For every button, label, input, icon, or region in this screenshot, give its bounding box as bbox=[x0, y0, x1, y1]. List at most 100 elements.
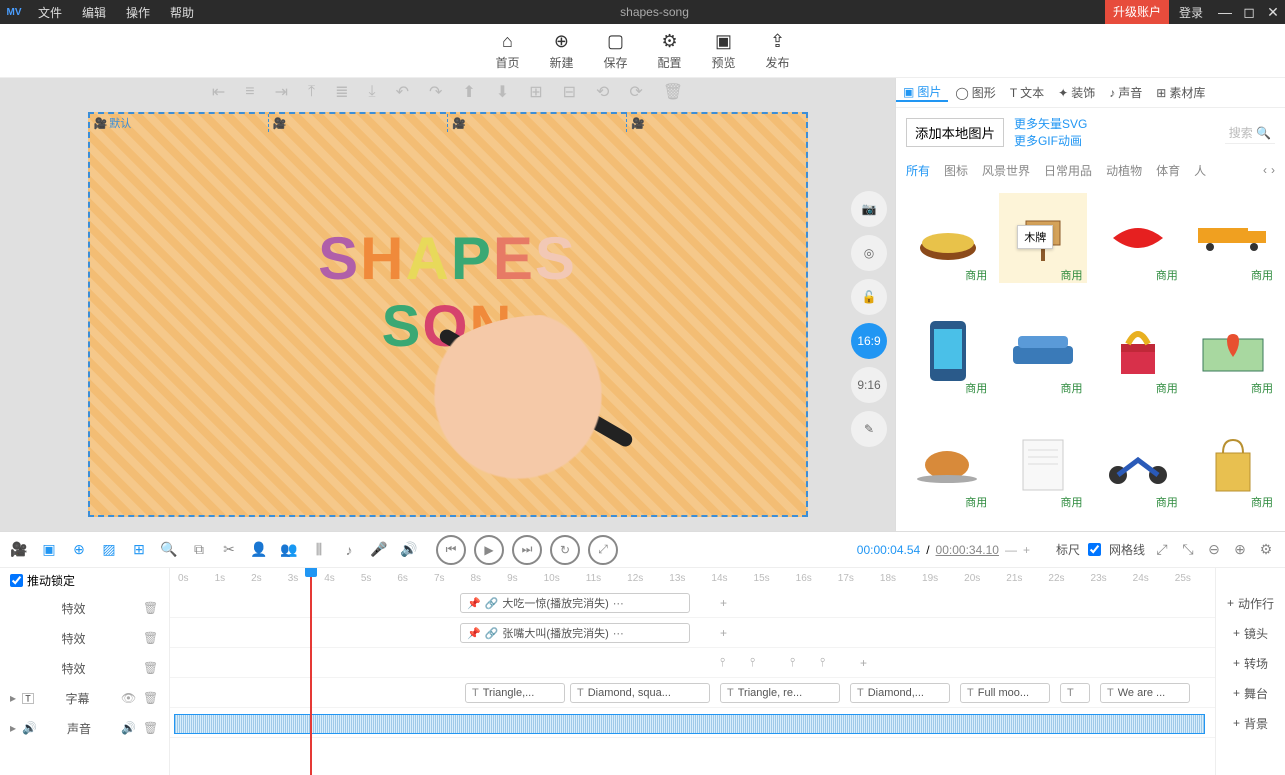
add-transition-row[interactable]: +转场 bbox=[1216, 648, 1285, 678]
cat-all[interactable]: 所有 bbox=[906, 162, 930, 179]
close-button[interactable]: ✕ bbox=[1261, 4, 1285, 21]
fullscreen-button[interactable]: ⤢ bbox=[588, 535, 618, 565]
cat-prev-icon[interactable]: ‹ bbox=[1263, 163, 1267, 177]
cat-icon[interactable]: 图标 bbox=[944, 162, 968, 179]
trash-icon[interactable]: 🗑 bbox=[143, 661, 159, 675]
align-middle-icon[interactable]: ≣ bbox=[335, 82, 348, 102]
subtitle-clip[interactable]: TTriangle, re... bbox=[720, 683, 840, 703]
add-stage-row[interactable]: +舞台 bbox=[1216, 678, 1285, 708]
marker-icon[interactable]: ⫯ bbox=[720, 655, 725, 670]
upgrade-button[interactable]: 升级账户 bbox=[1105, 0, 1169, 24]
canvas[interactable]: 🎥默认 🎥 🎥 🎥 SHAPES SON bbox=[88, 112, 808, 517]
timeline-ruler[interactable]: 0s1s2s3s4s5s6s7s8s9s10s11s12s13s14s15s16… bbox=[170, 568, 1215, 588]
audio-clip[interactable] bbox=[174, 714, 1205, 734]
subtitle-clip[interactable]: TTriangle,... bbox=[465, 683, 565, 703]
scene-cell[interactable]: 🎥默认 bbox=[90, 114, 269, 132]
add-bg-row[interactable]: +背景 bbox=[1216, 708, 1285, 738]
grid-tool-icon[interactable]: ⊞ bbox=[130, 541, 148, 558]
frame-tool-icon[interactable]: ▣ bbox=[40, 541, 58, 558]
asset-motorcycle[interactable]: 商用 bbox=[1095, 420, 1182, 510]
dur-plus[interactable]: + bbox=[1023, 543, 1030, 557]
asset-noodles[interactable]: 商用 bbox=[904, 193, 991, 283]
maximize-button[interactable]: ◻ bbox=[1237, 4, 1261, 21]
subtitle-clip[interactable]: TWe are ... bbox=[1100, 683, 1190, 703]
menu-edit[interactable]: 编辑 bbox=[72, 4, 116, 21]
camera-tool-icon[interactable]: 🎥 bbox=[10, 541, 28, 558]
chevron-down-icon[interactable]: ▸ bbox=[10, 721, 16, 735]
zoom-out-icon[interactable]: ⊖ bbox=[1205, 541, 1223, 558]
link-svg[interactable]: 更多矢量SVG bbox=[1014, 116, 1087, 133]
play-button[interactable]: ▶ bbox=[474, 535, 504, 565]
trash-icon[interactable]: 🗑 bbox=[143, 631, 159, 645]
fx-clip[interactable]: 📌🔗大吃一惊(播放完消失)⋯ bbox=[460, 593, 690, 613]
mic-icon[interactable]: 🎤 bbox=[370, 541, 388, 558]
search-input[interactable]: 搜索 🔍 bbox=[1225, 122, 1275, 144]
more-icon[interactable]: ⋯ bbox=[613, 627, 624, 640]
cat-sport[interactable]: 体育 bbox=[1156, 162, 1180, 179]
collapse-icon[interactable]: ⤡ bbox=[1179, 541, 1197, 558]
asset-phone[interactable]: 商用 bbox=[904, 306, 991, 396]
volume-icon[interactable]: 🔊 bbox=[121, 721, 137, 735]
tab-decor[interactable]: ✦装饰 bbox=[1051, 84, 1102, 101]
minimize-button[interactable]: — bbox=[1213, 4, 1237, 20]
marker-icon[interactable]: ⫯ bbox=[750, 655, 755, 670]
audio-icon[interactable]: ♪ bbox=[340, 542, 358, 558]
align-center-icon[interactable]: ≡ bbox=[245, 83, 254, 101]
cat-daily[interactable]: 日常用品 bbox=[1044, 162, 1092, 179]
chevron-down-icon[interactable]: ▸ bbox=[10, 691, 16, 705]
menu-operate[interactable]: 操作 bbox=[116, 4, 160, 21]
tb-home[interactable]: ⌂首页 bbox=[495, 31, 519, 71]
scene-cell[interactable]: 🎥 bbox=[448, 114, 627, 132]
align-top-icon[interactable]: ⤒ bbox=[308, 83, 315, 101]
people-icon[interactable]: 👥 bbox=[280, 541, 298, 558]
group-icon[interactable]: ⊞ bbox=[529, 82, 542, 102]
redo-icon[interactable]: ↷ bbox=[429, 82, 442, 102]
tb-publish[interactable]: ⇪发布 bbox=[766, 31, 790, 71]
aspect-16-9[interactable]: 16:9 bbox=[851, 323, 887, 359]
cat-scenery[interactable]: 风景世界 bbox=[982, 162, 1030, 179]
layer-up-icon[interactable]: ⬆ bbox=[462, 82, 475, 102]
subtitle-clip[interactable]: TFull moo... bbox=[960, 683, 1050, 703]
rotate-cw-icon[interactable]: ⟳ bbox=[629, 82, 642, 102]
tb-save[interactable]: ▢保存 bbox=[603, 31, 627, 71]
menu-help[interactable]: 帮助 bbox=[160, 4, 204, 21]
zoom-in-icon[interactable]: ⊕ bbox=[1231, 541, 1249, 558]
cat-people[interactable]: 人 bbox=[1194, 162, 1206, 179]
settings-icon[interactable]: ⚙ bbox=[1257, 541, 1275, 558]
add-clip-icon[interactable]: + bbox=[860, 656, 867, 670]
playhead[interactable] bbox=[310, 568, 312, 775]
asset-bag[interactable]: 商用 bbox=[1190, 420, 1277, 510]
scene-cell[interactable]: 🎥 bbox=[627, 114, 805, 132]
add-clip-icon[interactable]: + bbox=[720, 626, 727, 640]
asset-turkey[interactable]: 商用 bbox=[904, 420, 991, 510]
fill-tool-icon[interactable]: ▨ bbox=[100, 541, 118, 558]
cat-animal[interactable]: 动植物 bbox=[1106, 162, 1142, 179]
undo-icon[interactable]: ↶ bbox=[396, 82, 409, 102]
ungroup-icon[interactable]: ⊟ bbox=[563, 82, 576, 102]
aspect-9-16[interactable]: 9:16 bbox=[851, 367, 887, 403]
asset-paper[interactable]: 商用 bbox=[999, 420, 1086, 510]
target-btn[interactable]: ◎ bbox=[851, 235, 887, 271]
tb-new[interactable]: ⊕新建 bbox=[549, 31, 573, 71]
eye-icon[interactable]: 👁 bbox=[121, 691, 137, 705]
add-action-row[interactable]: +动作行 bbox=[1216, 588, 1285, 618]
camera-btn[interactable]: 📷 bbox=[851, 191, 887, 227]
fx-clip[interactable]: 📌🔗张嘴大叫(播放完消失)⋯ bbox=[460, 623, 690, 643]
tab-shape[interactable]: ◯图形 bbox=[948, 84, 1002, 101]
tab-library[interactable]: ⊞素材库 bbox=[1149, 84, 1212, 101]
tab-text[interactable]: T文本 bbox=[1003, 84, 1051, 101]
tab-sound[interactable]: ♪声音 bbox=[1102, 84, 1149, 101]
search-tool-icon[interactable]: 🔍 bbox=[160, 541, 178, 558]
scene-cell[interactable]: 🎥 bbox=[269, 114, 448, 132]
cut-tool-icon[interactable]: ✂ bbox=[220, 541, 238, 558]
edit-btn[interactable]: ✎ bbox=[851, 411, 887, 447]
link-gif[interactable]: 更多GIF动画 bbox=[1014, 133, 1087, 150]
trash-icon[interactable]: 🗑 bbox=[143, 691, 159, 705]
lock-btn[interactable]: 🔓 bbox=[851, 279, 887, 315]
tb-preview[interactable]: ▣预览 bbox=[712, 31, 736, 71]
copy-tool-icon[interactable]: ⧉ bbox=[190, 541, 208, 558]
cat-next-icon[interactable]: › bbox=[1271, 163, 1275, 177]
align-right-icon[interactable]: ⇥ bbox=[275, 82, 288, 102]
subtitle-clip[interactable]: TDiamond,... bbox=[850, 683, 950, 703]
dur-minus[interactable]: — bbox=[1005, 543, 1017, 557]
